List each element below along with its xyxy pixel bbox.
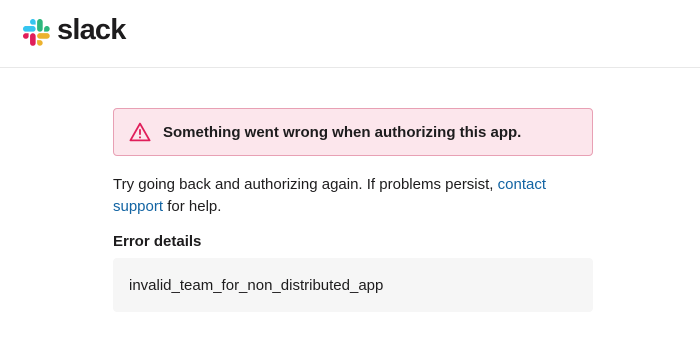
error-code: invalid_team_for_non_distributed_app (129, 276, 384, 294)
help-message-suffix: for help. (163, 198, 222, 215)
error-alert: Something went wrong when authorizing th… (113, 108, 593, 156)
main-content: Something went wrong when authorizing th… (113, 108, 593, 312)
error-details-heading: Error details (113, 233, 202, 250)
help-message: Try going back and authorizing again. If… (113, 174, 595, 218)
slack-wordmark: slack (57, 14, 126, 46)
header: slack (0, 0, 700, 68)
warning-triangle-icon (129, 122, 151, 142)
slack-hash-icon (23, 19, 50, 46)
help-message-text: Try going back and authorizing again. If… (113, 176, 498, 193)
error-details-box: invalid_team_for_non_distributed_app (113, 258, 593, 312)
slack-logo-link[interactable]: slack (23, 14, 126, 46)
error-alert-text: Something went wrong when authorizing th… (163, 123, 522, 141)
